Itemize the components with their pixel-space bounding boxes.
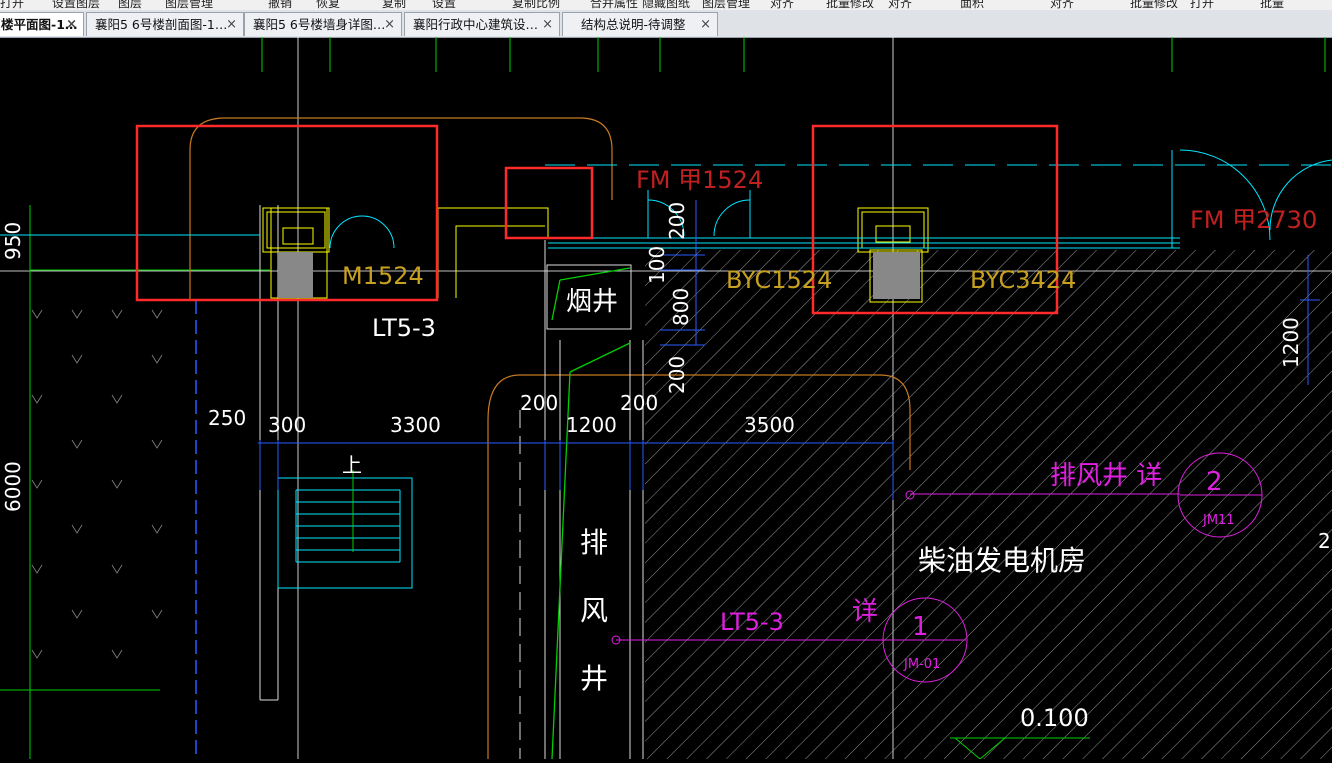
label-up: 上	[342, 453, 362, 477]
detail-number-2: 2	[1206, 467, 1223, 497]
label-exhaust-1: 排	[580, 526, 608, 559]
dim-200-a: 200	[520, 391, 558, 415]
tab-label: 襄阳5 6号楼剖面图-1…	[95, 17, 228, 32]
detail-number-1: 1	[912, 612, 929, 642]
label-lt5-3: LT5-3	[372, 314, 436, 342]
dim-200-c: 200	[665, 202, 689, 240]
drawing-tab-bar: 楼平面图-1… × 襄阳5 6号楼剖面图-1… × 襄阳5 6号楼墙身详图… ×…	[0, 10, 1332, 38]
column	[873, 252, 920, 299]
label-lt5-3-callout: LT5-3	[720, 608, 784, 636]
cad-drawing[interactable]: M1524 LT5-3 FM 甲1524 BYC1524 BYC3424 FM …	[0, 37, 1332, 760]
cad-drawing-canvas[interactable]: M1524 LT5-3 FM 甲1524 BYC1524 BYC3424 FM …	[0, 37, 1332, 760]
close-icon[interactable]: ×	[384, 13, 395, 36]
tab-wall-detail[interactable]: 襄阳5 6号楼墙身详图… ×	[244, 12, 402, 36]
close-icon[interactable]: ×	[542, 13, 553, 36]
grid-ticks	[261, 37, 1326, 72]
close-icon[interactable]: ×	[66, 13, 77, 36]
close-icon[interactable]: ×	[226, 13, 237, 36]
label-elevation: 0.100	[1020, 704, 1089, 732]
dim-200-d: 200	[665, 356, 689, 394]
label-fm-1524: FM 甲1524	[636, 166, 763, 194]
tab-structure-notes[interactable]: 结构总说明-待调整 ×	[562, 12, 718, 36]
label-byc3424: BYC3424	[970, 266, 1076, 294]
label-fm-2730: FM 甲2730	[1190, 206, 1317, 234]
tab-section-drawing[interactable]: 襄阳5 6号楼剖面图-1… ×	[86, 12, 244, 36]
hatched-area	[645, 250, 1332, 759]
dim-6000: 6000	[1, 461, 25, 512]
column	[278, 252, 313, 298]
dim-200-b: 200	[620, 391, 658, 415]
dim-2: 2	[1318, 529, 1331, 553]
dim-300: 300	[268, 413, 306, 437]
tab-floor-plan[interactable]: 楼平面图-1… ×	[0, 12, 84, 36]
tab-label: 襄阳行政中心建筑设…	[413, 17, 539, 32]
label-exhaust-3: 井	[580, 662, 608, 695]
label-chimney: 烟井	[566, 287, 618, 317]
dim-3500: 3500	[744, 413, 795, 437]
dim-250: 250	[208, 406, 246, 430]
floor-arrows	[31, 309, 163, 659]
detail-sheet-2: JM11	[1202, 513, 1235, 528]
dim-100: 100	[645, 246, 669, 284]
label-byc1524: BYC1524	[726, 266, 832, 294]
detail-sheet-1: JM-01	[903, 657, 940, 672]
label-diesel-room: 柴油发电机房	[918, 544, 1086, 577]
dim-3300: 3300	[390, 413, 441, 437]
label-exhaust-shaft-detail: 排风井 详	[1050, 461, 1162, 491]
tab-label: 结构总说明-待调整	[581, 17, 686, 32]
tab-label: 襄阳5 6号楼墙身详图…	[253, 17, 386, 32]
dim-1200: 1200	[566, 413, 617, 437]
label-exhaust-2: 风	[580, 594, 608, 627]
label-detail: 详	[852, 597, 878, 627]
dim-800: 800	[669, 288, 693, 326]
tab-architecture-design[interactable]: 襄阳行政中心建筑设… ×	[404, 12, 560, 36]
dim-950: 950	[1, 222, 25, 260]
label-m1524: M1524	[342, 262, 424, 290]
close-icon[interactable]: ×	[700, 13, 711, 36]
dim-1200-right: 1200	[1279, 317, 1303, 368]
